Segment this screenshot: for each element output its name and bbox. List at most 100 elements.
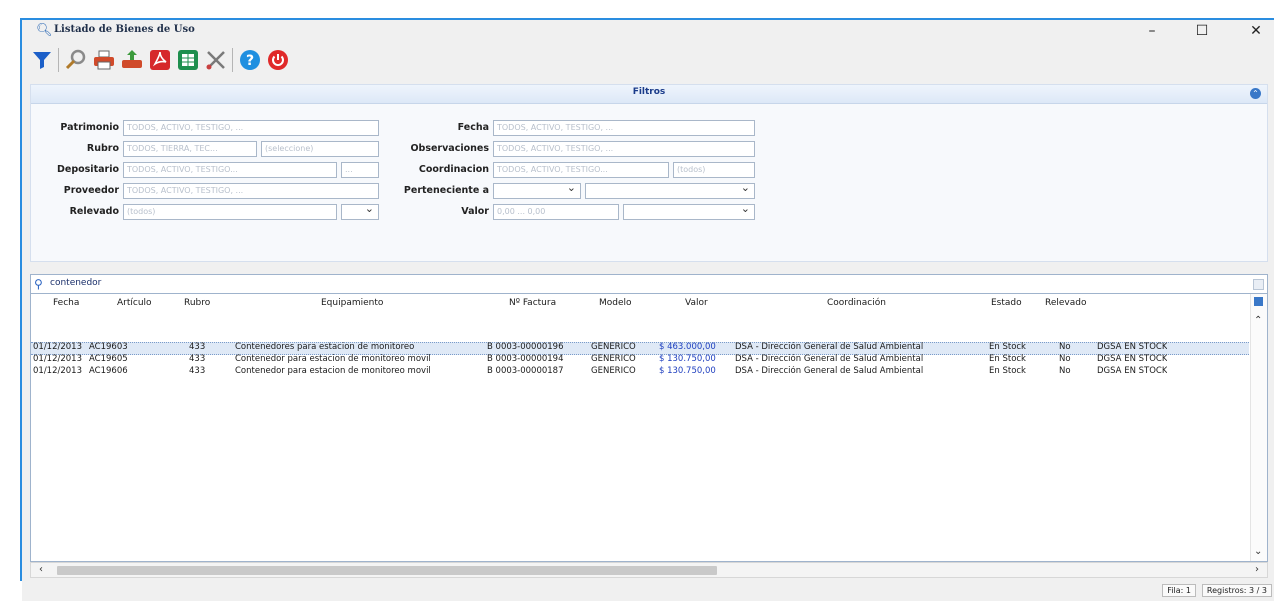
depositario-label: Depositario (57, 164, 119, 175)
cell-valor: $ 463.000,00 (659, 342, 716, 352)
depositario-field[interactable]: TODOS, ACTIVO, TESTIGO... (123, 162, 337, 178)
close-button[interactable]: ✕ (1242, 22, 1270, 40)
printer-icon[interactable] (92, 48, 116, 72)
tools-icon[interactable] (204, 48, 228, 72)
valor-field[interactable]: 0,00 ... 0,00 (493, 204, 619, 220)
column-header[interactable]: Coordinación (827, 298, 886, 308)
excel-icon[interactable] (176, 48, 200, 72)
coordinacion-label: Coordinacion (418, 164, 489, 175)
cell-articulo: AC19606 (89, 366, 128, 376)
cell-relevado: No (1059, 342, 1071, 352)
results-table: Fecha Artículo Rubro Equipamiento Nº Fac… (30, 294, 1268, 562)
valor-select[interactable] (623, 204, 755, 220)
horizontal-scrollbar[interactable]: ‹ › (30, 562, 1268, 578)
maximize-button[interactable]: ☐ (1188, 22, 1216, 40)
cell-rubro: 433 (189, 366, 206, 376)
depositario-secondary-field[interactable]: ... (341, 162, 379, 178)
cell-articulo: AC19605 (89, 354, 128, 364)
table-row[interactable]: 01/12/2013 AC19606 433 Contenedor para e… (31, 366, 1249, 378)
column-header[interactable]: Equipamiento (321, 298, 383, 308)
perteneciente-select[interactable] (493, 183, 581, 199)
cell-factura: B 0003-00000196 (487, 342, 564, 352)
column-header[interactable]: Artículo (117, 298, 152, 308)
relevado-label: Relevado (69, 206, 119, 217)
relevado-select[interactable] (341, 204, 379, 220)
scroll-left-icon[interactable]: ‹ (39, 564, 43, 575)
observaciones-field[interactable]: TODOS, ACTIVO, TESTIGO, ... (493, 141, 755, 157)
rubro-field[interactable]: TODOS, TIERRA, TEC... (123, 141, 257, 157)
column-header[interactable]: Modelo (599, 298, 632, 308)
patrimonio-field[interactable]: TODOS, ACTIVO, TESTIGO, ... (123, 120, 379, 136)
cell-fecha: 01/12/2013 (33, 366, 82, 376)
minimize-button[interactable]: – (1138, 22, 1166, 40)
toolbar-separator (232, 48, 233, 72)
cell-fecha: 01/12/2013 (33, 342, 82, 352)
cell-fecha: 01/12/2013 (33, 354, 82, 364)
svg-text:?: ? (246, 53, 254, 69)
table-row[interactable]: 01/12/2013 AC19605 433 Contenedor para e… (31, 354, 1249, 366)
cell-coordinacion: DSA - Dirección General de Salud Ambient… (735, 366, 924, 376)
vertical-scrollbar[interactable]: ⌃ ⌄ (1250, 294, 1267, 561)
rubro-secondary-field[interactable]: (seleccione) (261, 141, 379, 157)
column-header[interactable]: Nº Factura (509, 298, 556, 308)
window-title: Listado de Bienes de Uso (54, 24, 195, 35)
search-icon: ⚲ (34, 277, 43, 291)
print-export-icon[interactable] (120, 48, 144, 72)
cell-rubro: 433 (189, 342, 206, 352)
cell-articulo: AC19603 (89, 342, 128, 352)
column-header[interactable]: Rubro (184, 298, 210, 308)
cell-equipamiento: Contenedor para estacion de monitoreo mo… (235, 354, 431, 364)
cell-equipamiento: Contenedores para estacion de monitoreo (235, 342, 415, 352)
cell-relevado: No (1059, 366, 1071, 376)
filters-header[interactable]: Filtros ⌃ (31, 85, 1267, 104)
proveedor-field[interactable]: TODOS, ACTIVO, TESTIGO, ... (123, 183, 379, 199)
cell-modelo: GENERICO (591, 366, 636, 376)
scroll-up-icon[interactable]: ⌃ (1254, 315, 1262, 326)
column-header[interactable]: Estado (991, 298, 1022, 308)
cell-estado: En Stock (989, 354, 1026, 364)
scroll-thumb[interactable] (57, 566, 717, 575)
status-row-indicator: Fila: 1 (1162, 584, 1196, 597)
column-chooser-icon[interactable] (1254, 297, 1263, 306)
title-bar: 🔍︎ Listado de Bienes de Uso – ☐ ✕ (22, 20, 1274, 42)
fecha-field[interactable]: TODOS, ACTIVO, TESTIGO, ... (493, 120, 755, 136)
cell-valor: $ 130.750,00 (659, 354, 716, 364)
cell-estado: En Stock (989, 366, 1026, 376)
valor-label: Valor (461, 206, 489, 217)
observaciones-label: Observaciones (410, 143, 489, 154)
toolbar: ? (30, 46, 390, 76)
app-search-icon: 🔍︎ (36, 23, 53, 38)
filters-panel: Filtros ⌃ Patrimonio TODOS, ACTIVO, TEST… (30, 84, 1268, 262)
column-header[interactable]: Relevado (1045, 298, 1086, 308)
collapse-icon[interactable]: ⌃ (1250, 88, 1261, 99)
pdf-icon[interactable] (148, 48, 172, 72)
cell-deposito: DGSA EN STOCK (1097, 366, 1168, 376)
cell-estado: En Stock (989, 342, 1026, 352)
cell-deposito: DGSA EN STOCK (1097, 342, 1168, 352)
power-icon[interactable] (266, 48, 290, 72)
scroll-down-icon[interactable]: ⌄ (1254, 546, 1262, 557)
cell-valor: $ 130.750,00 (659, 366, 716, 376)
filters-title: Filtros (632, 87, 666, 97)
relevado-field[interactable]: (todos) (123, 204, 337, 220)
search-icon[interactable] (64, 48, 88, 72)
search-bar[interactable]: ⚲ contenedor (30, 274, 1268, 294)
cell-rubro: 433 (189, 354, 206, 364)
column-header[interactable]: Fecha (53, 298, 79, 308)
scroll-right-icon[interactable]: › (1255, 564, 1259, 575)
cell-factura: B 0003-00000187 (487, 366, 564, 376)
filter-icon[interactable] (30, 48, 54, 72)
search-text[interactable]: contenedor (50, 278, 101, 288)
column-header[interactable]: Valor (685, 298, 708, 308)
coordinacion-secondary-field[interactable]: (todos) (673, 162, 755, 178)
cell-modelo: GENERICO (591, 354, 636, 364)
help-icon[interactable]: ? (238, 48, 262, 72)
rubro-label: Rubro (86, 143, 119, 154)
clear-search-button[interactable] (1253, 279, 1264, 290)
status-record-count: Registros: 3 / 3 (1201, 584, 1272, 597)
cell-equipamiento: Contenedor para estacion de monitoreo mo… (235, 366, 431, 376)
cell-deposito: DGSA EN STOCK (1097, 354, 1168, 364)
cell-factura: B 0003-00000194 (487, 354, 564, 364)
coordinacion-field[interactable]: TODOS, ACTIVO, TESTIGO... (493, 162, 669, 178)
perteneciente-secondary-select[interactable] (585, 183, 755, 199)
